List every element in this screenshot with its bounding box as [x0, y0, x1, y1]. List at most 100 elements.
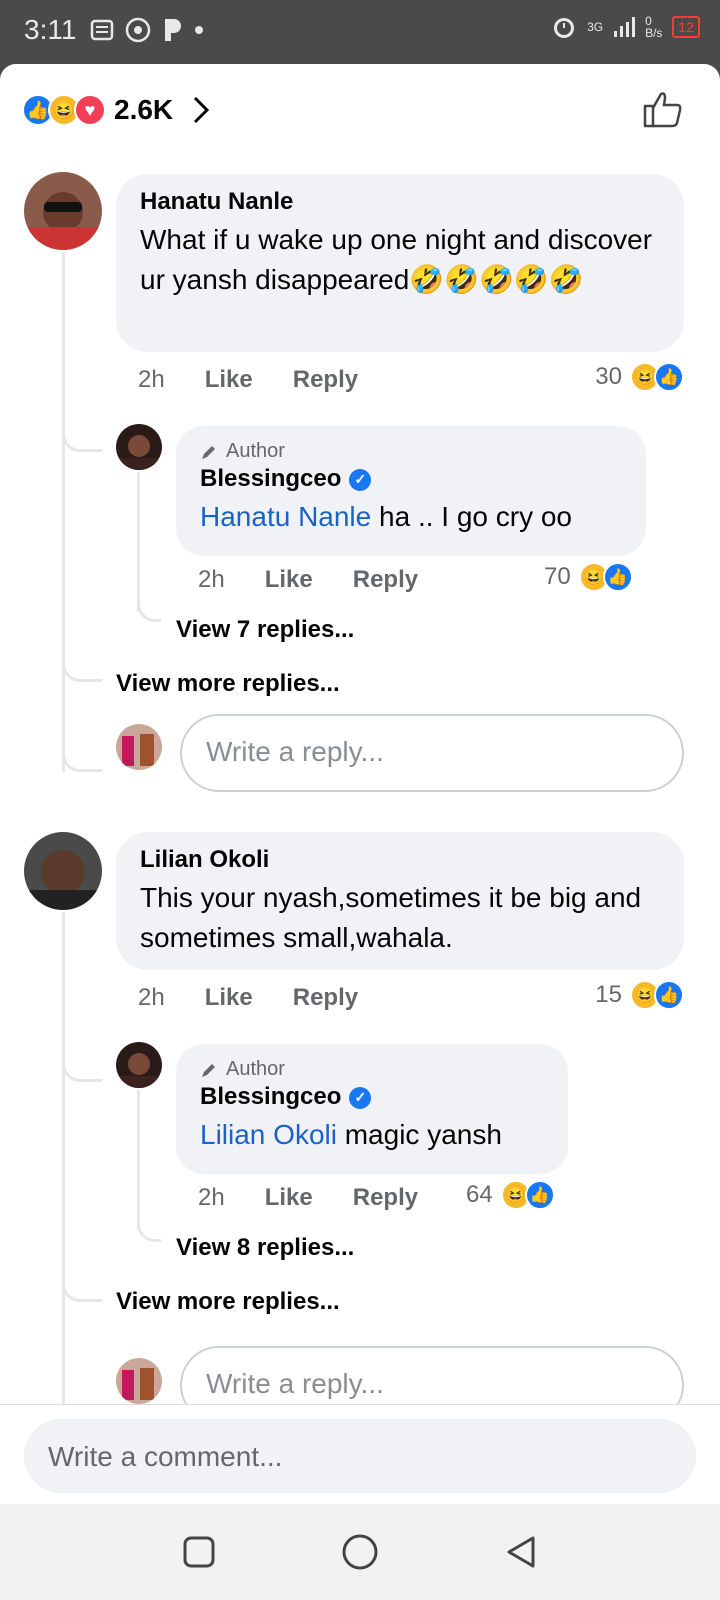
reply-reactions[interactable]: 64 😆 👍 [466, 1180, 555, 1210]
reply-bubble[interactable]: Author Blessingceo ✓ Hanatu Nanle ha .. I… [176, 426, 646, 556]
reply-button[interactable]: Reply [353, 566, 418, 594]
comment-bubble[interactable]: Hanatu Nanle What if u wake up one night… [116, 174, 684, 352]
signal-icon [614, 17, 636, 37]
comment-time: 2h [138, 366, 165, 393]
comment-reactions[interactable]: 15 😆 👍 [595, 980, 684, 1010]
alarm-icon [554, 18, 575, 38]
network-type: 3G [587, 20, 604, 34]
view-replies-link[interactable]: View 7 replies... [176, 616, 354, 644]
reaction-count: 64 [466, 1181, 493, 1208]
comment-placeholder: Write a comment... [48, 1441, 283, 1472]
like-reaction-icon: 👍 [654, 362, 684, 392]
comment-actions: 2h Like Reply [138, 366, 398, 394]
like-reaction-icon: 👍 [602, 562, 633, 592]
reply-body: ha .. I go cry oo [371, 501, 573, 532]
like-reaction-icon: 👍 [654, 980, 684, 1010]
reply-body: magic yansh [336, 1119, 502, 1150]
like-button[interactable]: Like [265, 1184, 313, 1212]
dot-icon [195, 26, 203, 34]
comment-text: This your nyash,sometimes it be big and … [140, 882, 642, 953]
reply-placeholder: Write a reply... [206, 1368, 384, 1399]
avatar[interactable] [116, 424, 162, 470]
status-left-icons [90, 16, 204, 44]
comment-author[interactable]: Lilian Okoli [140, 846, 660, 874]
reply-text: Hanatu Nanle ha .. I go cry oo [200, 497, 622, 537]
status-bar: 3:11 3G 0 B/s 12 [0, 0, 720, 64]
thread-line [137, 472, 140, 612]
reaction-summary[interactable]: 👍 😆 ♥ 2.6K [22, 92, 211, 128]
mention-link[interactable]: Lilian Okoli [200, 1119, 337, 1150]
like-post-icon[interactable] [642, 88, 684, 130]
comment-reactions[interactable]: 30 😆 👍 [595, 362, 684, 392]
reply-author[interactable]: Blessingceo ✓ [200, 1083, 544, 1111]
comment-author[interactable]: Hanatu Nanle [140, 188, 660, 216]
like-button[interactable]: Like [205, 984, 253, 1012]
back-icon[interactable] [504, 1534, 538, 1570]
reply-actions: 2h Like Reply [198, 1184, 458, 1212]
status-right-icons: 3G 0 B/s 12 [551, 14, 700, 40]
reply-button[interactable]: Reply [353, 1184, 418, 1212]
reaction-count: 2.6K [114, 94, 174, 125]
verified-icon: ✓ [349, 1086, 372, 1109]
system-nav-bar [0, 1504, 720, 1600]
message-icon [90, 19, 114, 41]
current-user-avatar [116, 1358, 162, 1404]
reply-reactions[interactable]: 70 😆 👍 [544, 562, 633, 592]
reaction-count: 70 [544, 563, 571, 590]
reply-button[interactable]: Reply [293, 984, 358, 1012]
author-badge: Author [200, 440, 622, 463]
thread-line [137, 1090, 140, 1230]
thread-connector [62, 982, 102, 1082]
thread-connector [137, 592, 161, 622]
love-reaction-icon: ♥ [74, 94, 106, 126]
view-more-replies-link[interactable]: View more replies... [116, 1288, 340, 1316]
recent-apps-icon[interactable] [182, 1535, 216, 1569]
pen-icon [202, 445, 215, 459]
reply-placeholder: Write a reply... [206, 736, 384, 767]
comments-list[interactable]: Hanatu Nanle What if u wake up one night… [0, 172, 720, 1468]
reaction-count: 15 [595, 981, 622, 1008]
like-reaction-icon: 👍 [524, 1180, 555, 1210]
author-label: Author [226, 1058, 285, 1080]
comment-text: What if u wake up one night and discover… [140, 224, 653, 295]
view-replies-link[interactable]: View 8 replies... [176, 1234, 354, 1262]
current-user-avatar [116, 724, 162, 770]
comment-time: 2h [138, 984, 165, 1011]
reply-author-name[interactable]: Blessingceo [200, 1083, 341, 1110]
comment-composer: Write a comment... [0, 1404, 720, 1504]
thread-connector [137, 1212, 161, 1242]
p-app-icon [165, 19, 181, 41]
thread-connector [62, 672, 102, 772]
avatar[interactable] [24, 172, 102, 250]
author-badge: Author [200, 1058, 544, 1081]
battery-indicator: 12 [672, 16, 700, 38]
reply-author-name[interactable]: Blessingceo [200, 465, 341, 492]
reply-bubble[interactable]: Author Blessingceo ✓ Lilian Okoli magic y… [176, 1044, 568, 1174]
reply-actions: 2h Like Reply [198, 566, 458, 594]
reply-input[interactable]: Write a reply... [180, 714, 684, 792]
comment-input[interactable]: Write a comment... [24, 1419, 696, 1493]
home-icon[interactable] [341, 1533, 379, 1571]
reply-text: Lilian Okoli magic yansh [200, 1115, 544, 1155]
data-speed: 0 B/s [645, 14, 663, 40]
pen-icon [202, 1063, 215, 1077]
like-button[interactable]: Like [205, 366, 253, 394]
comment-bubble[interactable]: Lilian Okoli This your nyash,sometimes i… [116, 832, 684, 970]
like-button[interactable]: Like [265, 566, 313, 594]
reaction-count: 30 [595, 363, 622, 390]
reply-button[interactable]: Reply [293, 366, 358, 394]
chevron-right-icon[interactable] [191, 94, 211, 126]
avatar[interactable] [24, 832, 102, 910]
verified-icon: ✓ [349, 468, 372, 491]
mention-link[interactable]: Hanatu Nanle [200, 501, 371, 532]
view-more-replies-link[interactable]: View more replies... [116, 670, 340, 698]
reply-time: 2h [198, 566, 225, 593]
comments-sheet: 👍 😆 ♥ 2.6K Hanatu Nanle What if u wake u… [0, 64, 720, 1504]
thread-connector [62, 592, 102, 682]
comment-actions: 2h Like Reply [138, 984, 398, 1012]
reply-time: 2h [198, 1184, 225, 1211]
avatar[interactable] [116, 1042, 162, 1088]
reply-author[interactable]: Blessingceo ✓ [200, 465, 622, 493]
thread-connector [62, 1222, 102, 1302]
status-time: 3:11 [24, 14, 77, 45]
